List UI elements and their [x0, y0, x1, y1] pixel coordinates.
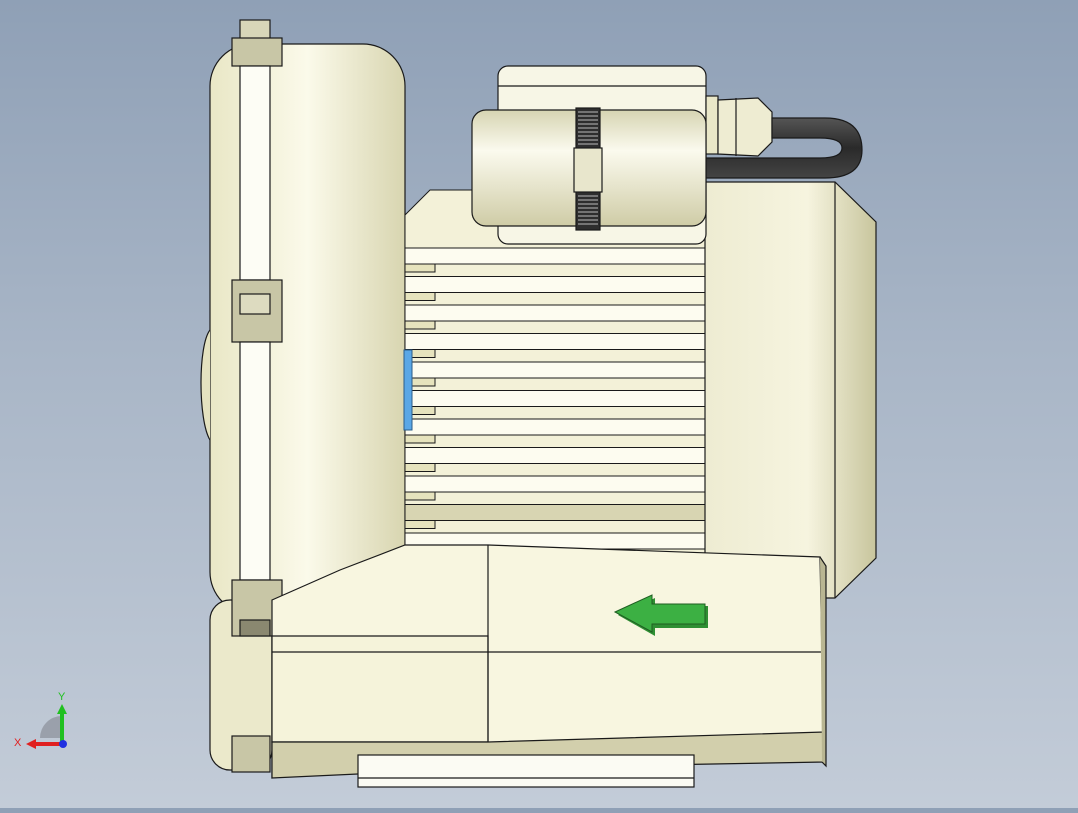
axis-y-label: Y	[58, 691, 66, 703]
cooling-fin	[404, 333, 706, 350]
cooling-fin-edge	[404, 520, 436, 529]
cooling-fin-edge	[404, 263, 436, 273]
cooling-fin	[404, 390, 706, 407]
axis-triad-icon: X Y	[14, 691, 67, 749]
cooling-fin-edge	[404, 292, 436, 301]
cooling-fin-edge	[404, 463, 436, 472]
motor-body	[403, 189, 706, 558]
cooling-fin-edge	[404, 491, 436, 501]
cooling-fin	[404, 475, 706, 493]
cooling-fin	[404, 276, 706, 293]
cooling-fin	[404, 447, 706, 464]
outlet-housing	[271, 544, 827, 788]
model-canvas[interactable]: X Y	[0, 0, 1078, 808]
cooling-fin	[404, 504, 706, 521]
cooling-fin	[404, 361, 706, 379]
axis-x-label: X	[14, 737, 22, 749]
cooling-fin	[404, 247, 706, 265]
capacitor	[471, 107, 707, 231]
cooling-fin	[404, 304, 706, 322]
cooling-fin-edge	[404, 320, 436, 330]
cooling-fin-edge	[404, 434, 436, 444]
cooling-fin	[404, 418, 706, 436]
cad-viewport[interactable]: X Y	[0, 0, 1078, 808]
motor-end-cap	[704, 181, 877, 599]
